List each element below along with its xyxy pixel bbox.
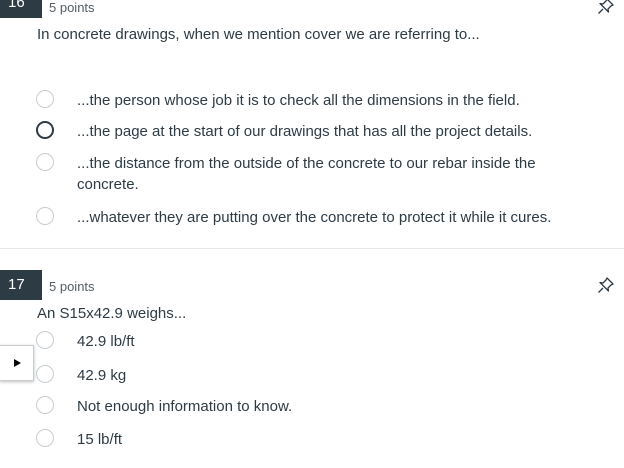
answer-label: ...the distance from the outside of the … [77,155,536,193]
answer-choice[interactable]: 15 lb/ft [36,429,624,450]
answer-label: ...whatever they are putting over the co… [77,209,552,226]
question-number: 16 [0,0,42,18]
radio-button[interactable] [36,153,54,171]
answer-label: 15 lb/ft [77,431,123,448]
question-points: 5 points [49,279,95,294]
answer-choice[interactable]: 42.9 kg [36,365,624,386]
answer-label: ...the page at the start of our drawings… [77,123,533,140]
radio-button[interactable] [36,121,54,139]
answer-label: ...the person whose job it is to check a… [77,92,520,109]
answer-choice[interactable]: ...the page at the start of our drawings… [36,121,624,142]
answer-choice[interactable]: ...the distance from the outside of the … [36,153,624,195]
radio-button[interactable] [36,429,54,447]
radio-button[interactable] [36,331,54,349]
question-divider [0,248,624,249]
pin-icon[interactable] [597,0,615,15]
play-icon [13,359,21,367]
answer-label: 42.9 lb/ft [77,333,135,350]
answer-choice[interactable]: 42.9 lb/ft [36,331,624,352]
answer-choice[interactable]: ...the person whose job it is to check a… [36,90,624,111]
radio-button[interactable] [36,207,54,225]
pin-icon[interactable] [597,276,615,294]
radio-button[interactable] [36,396,54,414]
answer-label: Not enough information to know. [77,398,293,415]
question-prompt: An S15x42.9 weighs... [37,305,187,322]
answer-label: 42.9 kg [77,367,127,384]
answer-choice[interactable]: ...whatever they are putting over the co… [36,207,624,228]
expand-button[interactable] [0,345,34,381]
radio-button[interactable] [36,90,54,108]
question-prompt: In concrete drawings, when we mention co… [37,26,480,43]
question-points: 5 points [49,0,95,15]
question-number: 17 [0,270,42,300]
answer-choice[interactable]: Not enough information to know. [36,396,624,417]
radio-button[interactable] [36,365,54,383]
